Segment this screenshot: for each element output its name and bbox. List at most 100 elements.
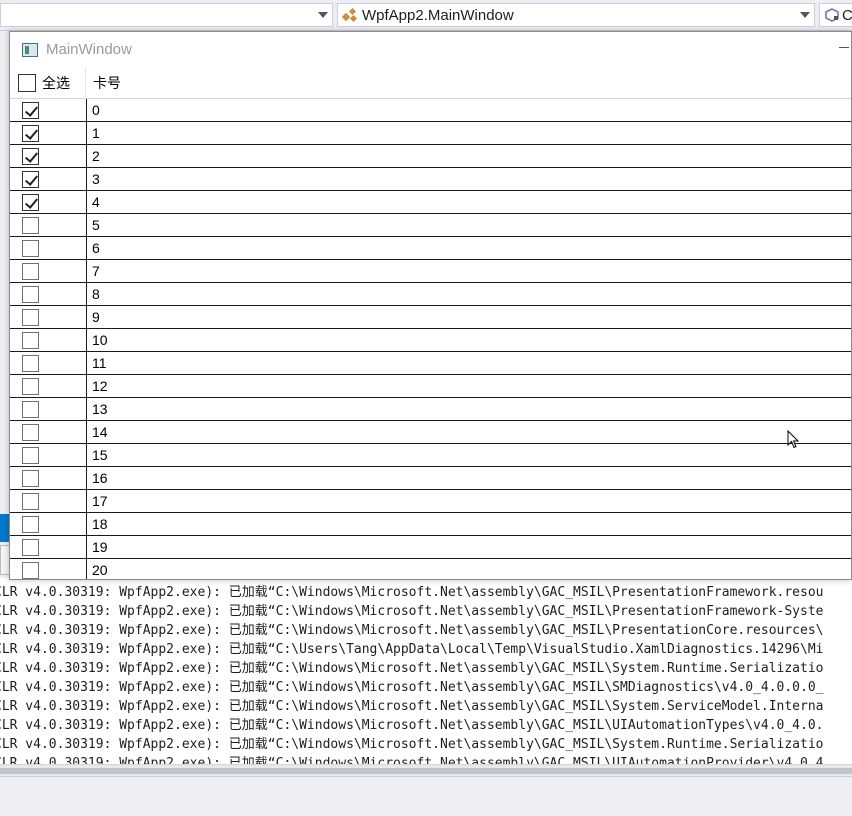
table-row[interactable]: 8	[10, 283, 851, 306]
row-checkbox[interactable]	[22, 239, 39, 257]
table-row[interactable]: 6	[10, 237, 851, 260]
card-number-cell: 20	[92, 562, 108, 578]
table-row[interactable]: 0	[10, 99, 851, 122]
output-line: CLR v4.0.30319: WpfApp2.exe): 已加载“C:\Win…	[0, 623, 824, 638]
table-row[interactable]: 17	[10, 490, 851, 513]
table-row[interactable]: 9	[10, 306, 851, 329]
table-row[interactable]: 1	[10, 122, 851, 145]
right-dropdown[interactable]: C	[819, 3, 852, 27]
card-number-cell: 5	[92, 217, 100, 233]
row-checkbox[interactable]	[22, 377, 39, 395]
card-number-cell: 8	[92, 286, 100, 302]
chevron-down-icon	[318, 12, 328, 18]
card-number-cell: 18	[92, 516, 108, 532]
output-line: CLR v4.0.30319: WpfApp2.exe): 已加载“C:\Win…	[0, 604, 824, 619]
select-all-checkbox[interactable]	[18, 74, 36, 92]
table-row[interactable]: 3	[10, 168, 851, 191]
table-row[interactable]: 16	[10, 467, 851, 490]
row-checkbox[interactable]	[22, 331, 39, 349]
row-select-cell	[10, 444, 87, 466]
card-number-cell: 17	[92, 493, 108, 509]
mouse-cursor-icon	[787, 430, 800, 449]
row-select-cell	[10, 398, 87, 420]
row-select-cell	[10, 99, 87, 121]
card-number-cell: 19	[92, 539, 108, 555]
table-row[interactable]: 19	[10, 536, 851, 559]
class-dropdown[interactable]	[0, 3, 333, 27]
row-checkbox[interactable]	[22, 147, 39, 165]
row-select-cell	[10, 168, 87, 190]
table-row[interactable]: 15	[10, 444, 851, 467]
table-row[interactable]: 14	[10, 421, 851, 444]
card-number-cell: 11	[92, 355, 107, 371]
right-dropdown-value: C	[842, 6, 852, 24]
minimize-button[interactable]	[837, 36, 851, 56]
row-checkbox[interactable]	[22, 446, 39, 464]
select-all-header[interactable]: 全选	[10, 68, 86, 98]
member-dropdown[interactable]: WpfApp2.MainWindow	[337, 3, 815, 27]
table-row[interactable]: 5	[10, 214, 851, 237]
row-checkbox[interactable]	[22, 354, 39, 372]
row-select-cell	[10, 237, 87, 259]
chevron-down-icon	[800, 12, 810, 18]
row-checkbox[interactable]	[22, 124, 39, 142]
table-row[interactable]: 20	[10, 559, 851, 579]
table-row[interactable]: 13	[10, 398, 851, 421]
row-checkbox[interactable]	[22, 538, 39, 556]
card-number-cell: 16	[92, 470, 108, 486]
scrollbar-thumb[interactable]	[0, 768, 852, 774]
table-row[interactable]: 7	[10, 260, 851, 283]
output-pane: CLR v4.0.30319: WpfApp2.exe): 已加载“C:\Win…	[0, 578, 852, 764]
row-checkbox[interactable]	[22, 262, 39, 280]
table-row[interactable]: 11	[10, 352, 851, 375]
output-line: CLR v4.0.30319: WpfApp2.exe): 已加载“C:\Win…	[0, 661, 824, 676]
grid-rows: 0 1 2 3 4 5 6 7 8 9 10 11 12 13 14 15 16 17 18 19 20	[10, 99, 851, 579]
output-line: CLR v4.0.30319: WpfApp2.exe): 已加载“C:\Win…	[0, 585, 824, 600]
card-number-cell: 4	[92, 194, 100, 210]
row-select-cell	[10, 329, 87, 351]
row-checkbox[interactable]	[22, 285, 39, 303]
row-checkbox[interactable]	[22, 400, 39, 418]
card-number-cell: 6	[92, 240, 100, 256]
horizontal-scrollbar[interactable]	[0, 764, 852, 776]
row-checkbox[interactable]	[22, 193, 39, 211]
row-select-cell	[10, 214, 87, 236]
card-number-cell: 7	[92, 263, 100, 279]
card-number-cell: 3	[92, 171, 100, 187]
row-checkbox[interactable]	[22, 492, 39, 510]
window-titlebar[interactable]: MainWindow	[10, 32, 851, 68]
output-line: CLR v4.0.30319: WpfApp2.exe): 已加载“C:\Win…	[0, 718, 824, 733]
card-number-cell: 15	[92, 447, 108, 463]
window-icon	[22, 43, 38, 57]
row-checkbox[interactable]	[22, 308, 39, 326]
output-line: CLR v4.0.30319: WpfApp2.exe): 已加载“C:\Win…	[0, 680, 824, 695]
card-number-cell: 12	[92, 378, 108, 394]
card-number-header[interactable]: 卡号	[87, 68, 287, 98]
card-number-cell: 10	[92, 332, 108, 348]
output-line: CLR v4.0.30319: WpfApp2.exe): 已加载“C:\Win…	[0, 699, 824, 714]
row-select-cell	[10, 145, 87, 167]
row-select-cell	[10, 375, 87, 397]
table-row[interactable]: 10	[10, 329, 851, 352]
card-number-cell: 1	[92, 125, 100, 141]
row-checkbox[interactable]	[22, 101, 39, 119]
member-dropdown-value: WpfApp2.MainWindow	[362, 6, 514, 24]
row-select-cell	[10, 306, 87, 328]
row-checkbox[interactable]	[22, 423, 39, 441]
row-select-cell	[10, 467, 87, 489]
data-grid: 全选 卡号 0 1 2 3 4 5 6 7 8 9 10 11 12 13 14 15 16 17 18 19 20	[10, 68, 851, 579]
table-row[interactable]: 2	[10, 145, 851, 168]
table-row[interactable]: 12	[10, 375, 851, 398]
row-checkbox[interactable]	[22, 469, 39, 487]
card-number-cell: 2	[92, 148, 100, 164]
table-row[interactable]: 4	[10, 191, 851, 214]
row-checkbox[interactable]	[22, 515, 39, 533]
row-select-cell	[10, 421, 87, 443]
output-line: CLR v4.0.30319: WpfApp2.exe): 已加载“C:\Win…	[0, 756, 824, 764]
row-select-cell	[10, 513, 87, 535]
row-checkbox[interactable]	[22, 170, 39, 188]
class-icon	[342, 8, 358, 22]
row-checkbox[interactable]	[22, 216, 39, 234]
table-row[interactable]: 18	[10, 513, 851, 536]
row-checkbox[interactable]	[22, 561, 39, 579]
